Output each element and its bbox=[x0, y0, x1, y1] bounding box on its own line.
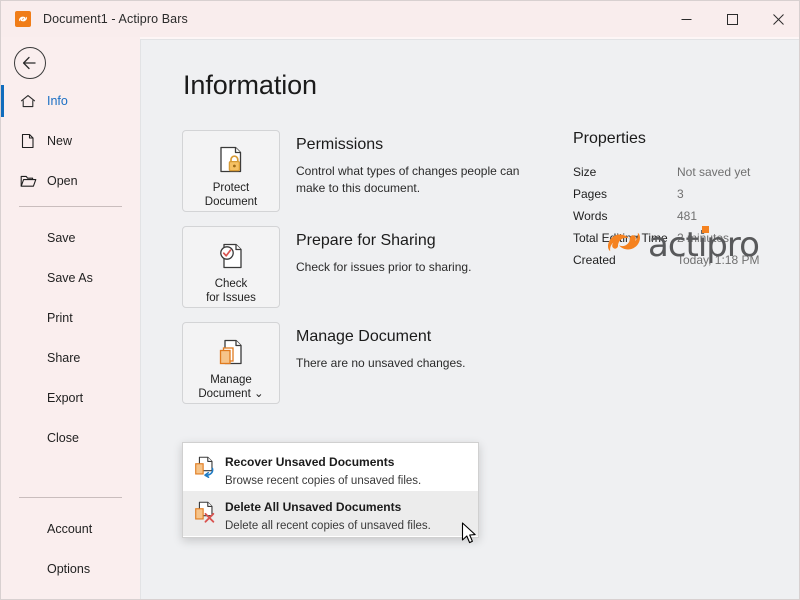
app-window: Document1 - Actipro Bars Info New Open S… bbox=[0, 0, 800, 600]
caption-line-2: Document bbox=[198, 388, 251, 400]
sidebar-item-label: Account bbox=[47, 521, 93, 536]
sidebar-item-info[interactable]: Info bbox=[1, 85, 140, 117]
actipro-swirl-logo bbox=[604, 224, 644, 265]
protect-document-caption: Protect Document bbox=[205, 181, 257, 209]
back-arrow-icon[interactable] bbox=[14, 47, 46, 79]
caption-line-1: Protect bbox=[212, 182, 250, 194]
manage-document-heading: Manage Document bbox=[296, 328, 432, 345]
window-title: Document1 - Actipro Bars bbox=[43, 12, 188, 26]
section-permissions: Protect Document Permissions Control wha… bbox=[182, 130, 532, 212]
window-controls bbox=[663, 1, 799, 37]
menu-item-subtitle: Delete all recent copies of unsaved file… bbox=[225, 520, 431, 532]
manage-document-menu: Recover Unsaved Documents Browse recent … bbox=[182, 442, 479, 538]
sidebar-item-export[interactable]: Export bbox=[1, 382, 140, 414]
page-title: Information bbox=[183, 70, 317, 100]
section-manage-document: Manage Document ⌄ Manage Document There … bbox=[182, 322, 532, 404]
property-name: Size bbox=[573, 165, 597, 179]
folder-icon bbox=[19, 172, 37, 190]
check-for-issues-caption: Check for Issues bbox=[206, 277, 256, 305]
info-sections: Protect Document Permissions Control wha… bbox=[182, 130, 532, 418]
logo-i-dot bbox=[702, 226, 709, 233]
prepare-sharing-text: Prepare for Sharing Check for issues pri… bbox=[296, 226, 471, 308]
property-value[interactable]: 3 bbox=[677, 187, 684, 201]
manage-document-text: Manage Document There are no unsaved cha… bbox=[296, 322, 465, 404]
menu-item-title: Delete All Unsaved Documents bbox=[225, 500, 402, 514]
page-icon bbox=[19, 132, 37, 150]
caption-line-1: Check bbox=[214, 278, 248, 290]
sidebar-item-close[interactable]: Close bbox=[1, 422, 140, 454]
sidebar-item-label: Print bbox=[47, 310, 73, 325]
sidebar-item-label: Options bbox=[47, 561, 91, 576]
caption-line-2: for Issues bbox=[206, 292, 256, 304]
sidebar-item-new[interactable]: New bbox=[1, 125, 140, 157]
permissions-description: Control what types of changes people can… bbox=[296, 164, 520, 195]
menu-item-subtitle: Browse recent copies of unsaved files. bbox=[225, 475, 422, 487]
menu-item-text: Delete All Unsaved Documents Delete all … bbox=[225, 497, 431, 534]
sidebar-item-options[interactable]: Options bbox=[1, 553, 140, 585]
menu-item-recover-unsaved-documents[interactable]: Recover Unsaved Documents Browse recent … bbox=[183, 446, 478, 491]
mouse-cursor bbox=[461, 522, 478, 551]
property-name: Pages bbox=[573, 187, 608, 201]
home-icon bbox=[19, 92, 37, 110]
sidebar-item-print[interactable]: Print bbox=[1, 302, 140, 334]
minimize-button[interactable] bbox=[663, 1, 709, 37]
properties-heading: Properties bbox=[573, 130, 646, 147]
backstage-sidebar: Info New Open Save Save As Print Share E… bbox=[1, 37, 140, 599]
manage-document-button[interactable]: Manage Document ⌄ bbox=[182, 322, 280, 404]
backstage-nav: Info New Open Save Save As Print Share E… bbox=[1, 85, 140, 593]
recover-document-icon bbox=[191, 452, 219, 482]
sidebar-item-share[interactable]: Share bbox=[1, 342, 140, 374]
sidebar-item-save-as[interactable]: Save As bbox=[1, 262, 140, 294]
menu-item-title: Recover Unsaved Documents bbox=[225, 455, 395, 469]
close-button[interactable] bbox=[755, 1, 799, 37]
delete-document-icon bbox=[191, 497, 219, 527]
nav-divider-1 bbox=[19, 206, 122, 207]
prepare-sharing-heading: Prepare for Sharing bbox=[296, 232, 436, 249]
nav-divider-2 bbox=[19, 497, 122, 498]
caption-line-2: Document bbox=[204, 196, 258, 208]
manage-document-description: There are no unsaved changes. bbox=[296, 356, 466, 370]
document-lock-icon bbox=[214, 141, 248, 179]
maximize-button[interactable] bbox=[709, 1, 755, 37]
manage-document-caption: Manage Document ⌄ bbox=[198, 373, 263, 401]
sidebar-item-label: Info bbox=[47, 93, 68, 108]
menu-item-delete-all-unsaved-documents[interactable]: Delete All Unsaved Documents Delete all … bbox=[183, 491, 478, 536]
actipro-logo: actipro bbox=[604, 224, 760, 265]
document-copies-icon bbox=[214, 333, 248, 371]
actipro-swirl-icon bbox=[15, 11, 31, 27]
permissions-text: Permissions Control what types of change… bbox=[296, 130, 528, 212]
prepare-sharing-description: Check for issues prior to sharing. bbox=[296, 260, 472, 274]
sidebar-item-label: Export bbox=[47, 390, 84, 405]
chevron-down-icon: ⌄ bbox=[250, 388, 264, 400]
sidebar-item-label: New bbox=[47, 133, 73, 148]
sidebar-item-label: Share bbox=[47, 350, 81, 365]
property-value[interactable]: Not saved yet bbox=[677, 165, 750, 179]
sidebar-item-save[interactable]: Save bbox=[1, 222, 140, 254]
sidebar-item-label: Close bbox=[47, 430, 79, 445]
document-check-icon bbox=[214, 237, 248, 275]
protect-document-button[interactable]: Protect Document bbox=[182, 130, 280, 212]
sidebar-item-open[interactable]: Open bbox=[1, 165, 140, 197]
section-prepare-sharing: Check for Issues Prepare for Sharing Che… bbox=[182, 226, 532, 308]
check-for-issues-button[interactable]: Check for Issues bbox=[182, 226, 280, 308]
sidebar-item-label: Open bbox=[47, 173, 78, 188]
sidebar-item-label: Save As bbox=[47, 270, 93, 285]
permissions-heading: Permissions bbox=[296, 136, 384, 153]
property-value[interactable]: 481 bbox=[677, 209, 697, 223]
caption-line-1: Manage bbox=[210, 374, 252, 386]
sidebar-item-label: Save bbox=[47, 230, 76, 245]
property-name: Words bbox=[573, 209, 608, 223]
title-bar: Document1 - Actipro Bars bbox=[1, 1, 799, 37]
property-row: Pages 3 bbox=[573, 183, 793, 205]
sidebar-item-account[interactable]: Account bbox=[1, 513, 140, 545]
property-row: Size Not saved yet bbox=[573, 161, 793, 183]
menu-item-text: Recover Unsaved Documents Browse recent … bbox=[225, 452, 421, 489]
